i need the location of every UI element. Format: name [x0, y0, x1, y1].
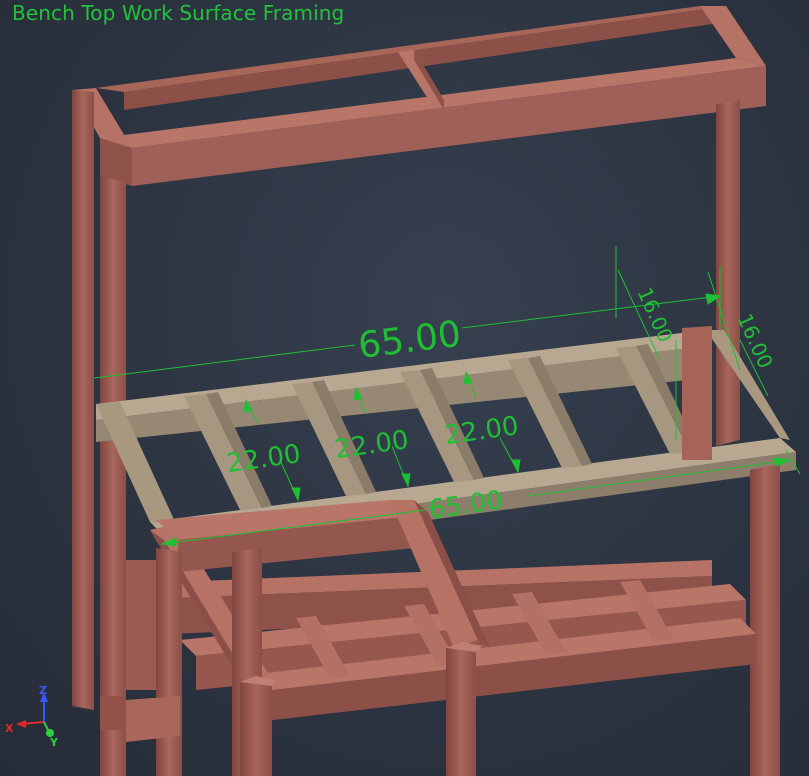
frame-model[interactable]: 65.00 65.00 22.00 22.00 22.00 16.00 16.0… [0, 0, 809, 776]
z-axis-label: Z [39, 684, 47, 697]
upper-shelf-frame [72, 6, 766, 186]
y-axis-label: Y [49, 736, 59, 749]
x-axis-label: X [5, 722, 14, 735]
dimension-top-overall[interactable]: 65.00 [356, 314, 463, 367]
left-front-post [100, 176, 126, 776]
left-rear-post [72, 90, 94, 710]
cad-viewport[interactable]: 65.00 65.00 22.00 22.00 22.00 16.00 16.0… [0, 0, 809, 776]
view-title: Bench Top Work Surface Framing [12, 1, 345, 25]
axis-triad[interactable]: Z X Y [5, 684, 59, 749]
